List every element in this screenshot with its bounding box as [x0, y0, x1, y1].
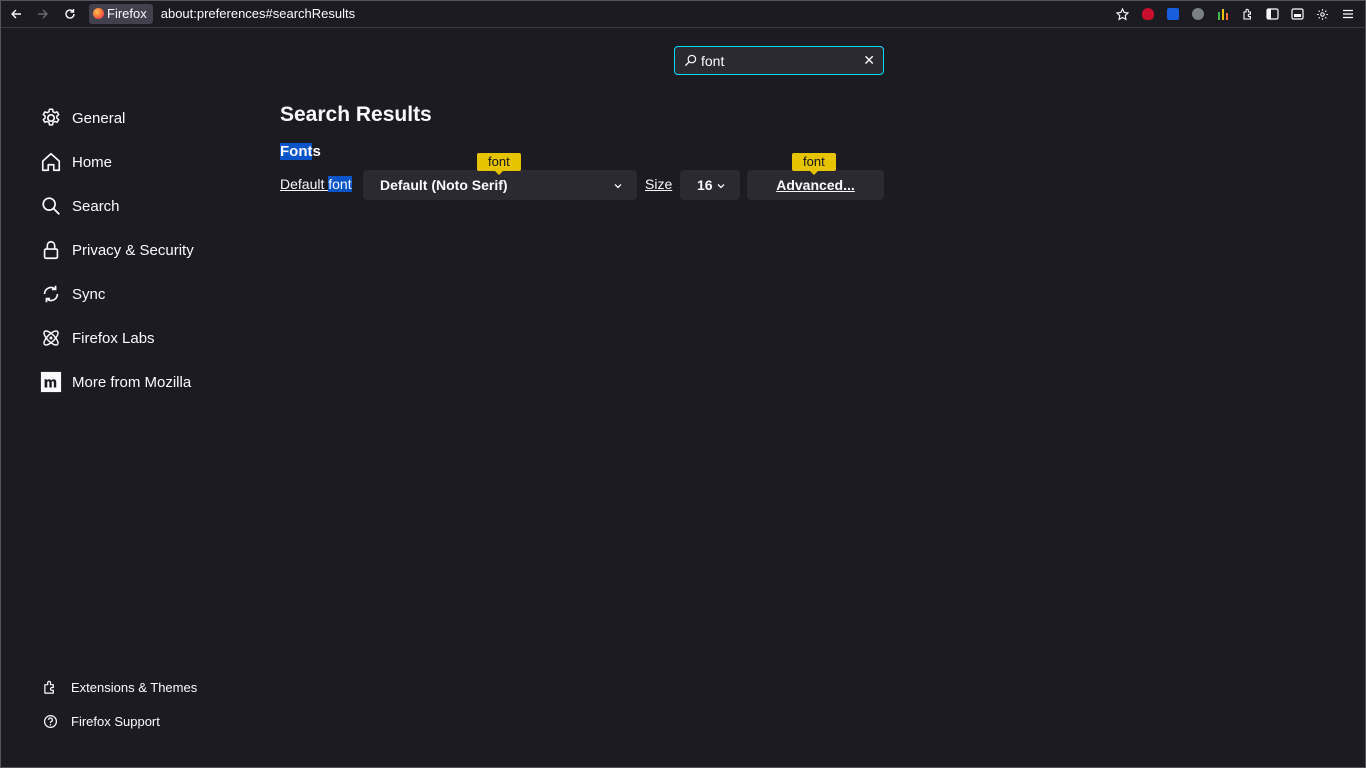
- sidebar-item-label: General: [72, 109, 126, 127]
- identity-box[interactable]: Firefox: [89, 3, 153, 24]
- category-sidebar: General Home Search Privacy & Security S…: [40, 96, 260, 404]
- lock-icon: [40, 239, 62, 261]
- sidebar-item-label: Privacy & Security: [72, 241, 194, 259]
- bookmark-star-button[interactable]: [1110, 0, 1135, 28]
- search-match-tooltip: font: [792, 153, 836, 175]
- firefox-support-link[interactable]: Firefox Support: [42, 704, 197, 738]
- reload-button[interactable]: [59, 3, 81, 25]
- sidebar-item-label: Home: [72, 153, 113, 171]
- preferences-search-box[interactable]: ✕: [674, 46, 884, 75]
- equalizer-icon: [1217, 9, 1228, 20]
- atom-icon: [40, 327, 62, 349]
- fonts-group-title: Fonts: [280, 143, 321, 160]
- extensions-themes-link[interactable]: Extensions & Themes: [42, 670, 197, 704]
- chevron-down-icon: [716, 178, 726, 194]
- sidebar-item-more-from-mozilla[interactable]: More from Mozilla: [40, 360, 260, 404]
- close-icon[interactable]: ✕: [863, 53, 875, 67]
- advanced-button-label: Advanced...: [776, 177, 855, 193]
- extension-ublock-button[interactable]: [1135, 0, 1160, 28]
- sync-icon: [40, 283, 62, 305]
- size-label: Size: [645, 176, 672, 192]
- font-size-value: 16: [697, 177, 713, 193]
- chevron-down-icon: [613, 178, 623, 194]
- gear-icon: [40, 107, 62, 129]
- sidebar-icon: [1266, 8, 1279, 20]
- puzzle-icon: [42, 679, 58, 695]
- search-icon: [683, 54, 697, 68]
- sidebar-item-privacy[interactable]: Privacy & Security: [40, 228, 260, 272]
- settings-button[interactable]: [1310, 0, 1335, 28]
- arrow-right-icon: [38, 9, 48, 18]
- firefox-support-label: Firefox Support: [71, 713, 160, 729]
- url-bar[interactable]: about:preferences#searchResults: [161, 6, 355, 21]
- size-label-text: Size: [645, 176, 673, 192]
- identity-label: Firefox: [107, 6, 147, 21]
- search-input[interactable]: [701, 52, 851, 69]
- sidebar-item-label: Search: [72, 197, 120, 215]
- extensions-themes-label: Extensions & Themes: [71, 679, 198, 695]
- arrow-left-icon: [11, 9, 21, 18]
- sidebar-item-firefox-labs[interactable]: Firefox Labs: [40, 316, 260, 360]
- screenshot-button[interactable]: [1285, 0, 1310, 28]
- sidebar-item-label: Sync: [72, 285, 106, 303]
- group-title-rest: s: [312, 143, 321, 160]
- puzzle-icon: [1242, 8, 1251, 20]
- sidebar-item-label: More from Mozilla: [72, 373, 192, 391]
- sidebar-footer: Extensions & Themes Firefox Support: [42, 670, 197, 738]
- hamburger-menu-icon: [1342, 9, 1353, 19]
- extensions-button[interactable]: [1235, 0, 1260, 28]
- extension-glasses-button[interactable]: [1185, 0, 1210, 28]
- page-title: Search Results: [280, 103, 432, 126]
- shield-icon: [1166, 8, 1179, 20]
- sidebar-item-sync[interactable]: Sync: [40, 272, 260, 316]
- search-icon: [40, 195, 62, 217]
- font-size-select[interactable]: 16: [680, 170, 740, 200]
- extension-bitwarden-button[interactable]: [1160, 0, 1185, 28]
- sidebar-item-label: Firefox Labs: [72, 329, 155, 347]
- default-font-value: Default (Noto Serif): [380, 177, 508, 193]
- forward-button[interactable]: [32, 3, 54, 25]
- browser-toolbar: Firefox about:preferences#searchResults: [0, 0, 1366, 28]
- star-icon: [1116, 7, 1129, 20]
- gear-icon: [1317, 8, 1328, 20]
- ublock-icon: [1141, 8, 1154, 20]
- back-button[interactable]: [5, 3, 27, 25]
- default-font-label: Default font: [280, 176, 352, 192]
- reload-icon: [65, 8, 75, 19]
- label-prefix: Default: [280, 176, 329, 192]
- home-icon: [40, 151, 62, 173]
- sidebar-toggle-button[interactable]: [1260, 0, 1285, 28]
- search-highlight: font: [328, 176, 352, 192]
- sidebar-item-search[interactable]: Search: [40, 184, 260, 228]
- help-icon: [42, 713, 58, 729]
- search-highlight: Font: [280, 143, 313, 160]
- sidebar-item-home[interactable]: Home: [40, 140, 260, 184]
- window-icon: [1291, 8, 1304, 20]
- glasses-icon: [1191, 8, 1204, 20]
- firefox-logo-icon: [93, 8, 104, 19]
- extension-equalizer-button[interactable]: [1210, 0, 1235, 28]
- search-match-tooltip: font: [477, 153, 521, 175]
- sidebar-item-general[interactable]: General: [40, 96, 260, 140]
- mozilla-icon: [40, 371, 62, 393]
- app-menu-button[interactable]: [1335, 0, 1360, 28]
